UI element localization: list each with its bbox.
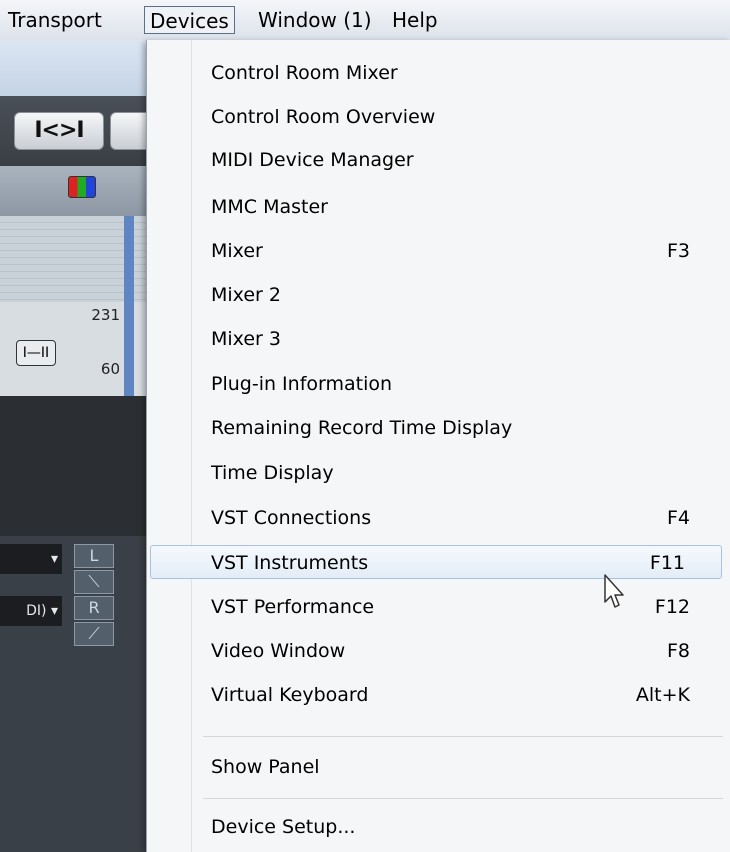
goto-start-end-button[interactable]: I<>I xyxy=(14,112,104,150)
menu-item-virtual-keyboard[interactable]: Virtual Keyboard Alt+K xyxy=(147,678,730,712)
toolbar-strip xyxy=(0,40,146,96)
menu-item-shortcut: Alt+K xyxy=(635,684,690,706)
menu-separator xyxy=(203,798,723,799)
dark-area xyxy=(0,396,146,536)
menu-item-show-panel[interactable]: Show Panel xyxy=(147,750,730,784)
eq-button-slope-up[interactable]: ⟋ xyxy=(74,622,114,646)
menu-item-control-room-mixer[interactable]: Control Room Mixer xyxy=(147,56,730,90)
panel-edge xyxy=(124,302,134,396)
select-dropdown-2[interactable]: DI) ▾ xyxy=(0,596,62,626)
menu-transport[interactable]: Transport xyxy=(8,6,102,34)
menu-item-label: Show Panel xyxy=(211,756,320,778)
menu-item-label: VST Performance xyxy=(211,596,375,618)
menu-item-shortcut: F12 xyxy=(654,596,690,618)
menu-item-label: Device Setup... xyxy=(211,816,356,838)
menu-item-shortcut: F11 xyxy=(649,552,685,574)
menu-item-shortcut: F3 xyxy=(666,240,690,262)
menu-item-device-setup[interactable]: Device Setup... xyxy=(147,810,730,844)
mouse-pointer-icon xyxy=(604,574,624,608)
inspector-panel: ▾ DI) ▾ L ⟍ R ⟋ xyxy=(0,536,146,852)
menu-item-vst-performance[interactable]: VST Performance F12 xyxy=(147,590,730,624)
eq-button-l[interactable]: L xyxy=(74,544,114,568)
menu-item-label: Remaining Record Time Display xyxy=(211,417,513,439)
menu-item-label: Mixer 3 xyxy=(211,328,281,350)
menu-item-label: VST Instruments xyxy=(211,552,369,574)
track-values: 231 60 I—II xyxy=(0,302,146,396)
menu-item-mmc-master[interactable]: MMC Master xyxy=(147,190,730,224)
menu-item-label: Video Window xyxy=(211,640,346,662)
menu-item-shortcut: F8 xyxy=(666,640,690,662)
menu-item-mixer-3[interactable]: Mixer 3 xyxy=(147,322,730,356)
menu-item-label: Mixer 2 xyxy=(211,284,281,306)
menu-help[interactable]: Help xyxy=(392,6,438,34)
menu-item-label: Plug-in Information xyxy=(211,373,393,395)
menu-item-midi-device-manager[interactable]: MIDI Device Manager xyxy=(147,143,730,177)
menu-window[interactable]: Window (1) xyxy=(258,6,372,34)
menu-item-plugin-information[interactable]: Plug-in Information xyxy=(147,367,730,401)
value-bottom: 60 xyxy=(100,360,120,378)
menu-item-label: Time Display xyxy=(211,462,334,484)
transport-panel: I<>I xyxy=(0,96,150,166)
menu-item-video-window[interactable]: Video Window F8 xyxy=(147,634,730,668)
eq-button-r[interactable]: R xyxy=(74,596,114,620)
ruler-panel xyxy=(0,216,146,302)
menu-item-mixer[interactable]: Mixer F3 xyxy=(147,234,730,268)
menu-item-label: VST Connections xyxy=(211,507,372,529)
menu-item-label: Control Room Overview xyxy=(211,106,436,128)
menu-bar: Transport Devices Window (1) Help xyxy=(0,0,730,41)
menu-item-label: Control Room Mixer xyxy=(211,62,398,84)
menu-item-label: Mixer xyxy=(211,240,263,262)
panel-edge xyxy=(124,216,134,302)
devices-menu: Control Room Mixer Control Room Overview… xyxy=(146,40,730,852)
select-dropdown-1[interactable]: ▾ xyxy=(0,544,62,574)
menu-item-label: MMC Master xyxy=(211,196,328,218)
menu-item-label: MIDI Device Manager xyxy=(211,149,414,171)
menu-item-shortcut: F4 xyxy=(666,507,690,529)
color-palette-icon[interactable] xyxy=(68,176,96,198)
menu-item-time-display[interactable]: Time Display xyxy=(147,456,730,490)
value-top: 231 xyxy=(91,306,120,324)
project-toolbar xyxy=(0,166,146,216)
menu-devices[interactable]: Devices xyxy=(144,6,235,34)
menu-item-mixer-2[interactable]: Mixer 2 xyxy=(147,278,730,312)
menu-item-control-room-overview[interactable]: Control Room Overview xyxy=(147,100,730,134)
menu-item-remaining-record-time[interactable]: Remaining Record Time Display xyxy=(147,411,730,445)
width-toggle-button[interactable]: I—II xyxy=(16,340,56,366)
menu-separator xyxy=(203,736,723,737)
menu-item-vst-connections[interactable]: VST Connections F4 xyxy=(147,501,730,535)
menu-item-vst-instruments[interactable]: VST Instruments F11 xyxy=(150,545,722,579)
eq-button-slope-down[interactable]: ⟍ xyxy=(74,570,114,594)
menu-item-label: Virtual Keyboard xyxy=(211,684,369,706)
transport-button-partial[interactable] xyxy=(110,112,150,150)
